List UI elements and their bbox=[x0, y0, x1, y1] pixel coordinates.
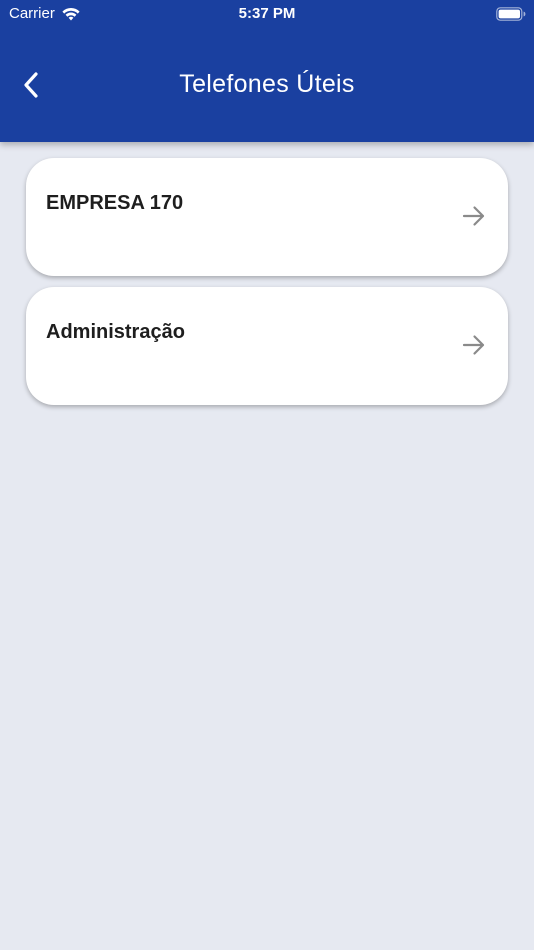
phone-list: EMPRESA 170 Administração bbox=[26, 158, 508, 416]
list-item-label: Administração bbox=[46, 321, 185, 343]
list-item-empresa-170[interactable]: EMPRESA 170 bbox=[26, 158, 508, 276]
arrow-right-icon bbox=[462, 206, 485, 226]
navigation-bar: Telefones Úteis bbox=[0, 60, 534, 110]
list-item-administracao[interactable]: Administração bbox=[26, 287, 508, 405]
app-header: Carrier 5:37 PM Telefones Úteis bbox=[0, 0, 534, 142]
status-time: 5:37 PM bbox=[238, 5, 296, 22]
list-item-label: EMPRESA 170 bbox=[46, 192, 184, 214]
page-title: Telefones Úteis bbox=[179, 70, 355, 98]
status-bar: Carrier 5:37 PM bbox=[0, 0, 534, 28]
battery-icon bbox=[496, 7, 526, 21]
arrow-right-icon bbox=[462, 335, 485, 355]
